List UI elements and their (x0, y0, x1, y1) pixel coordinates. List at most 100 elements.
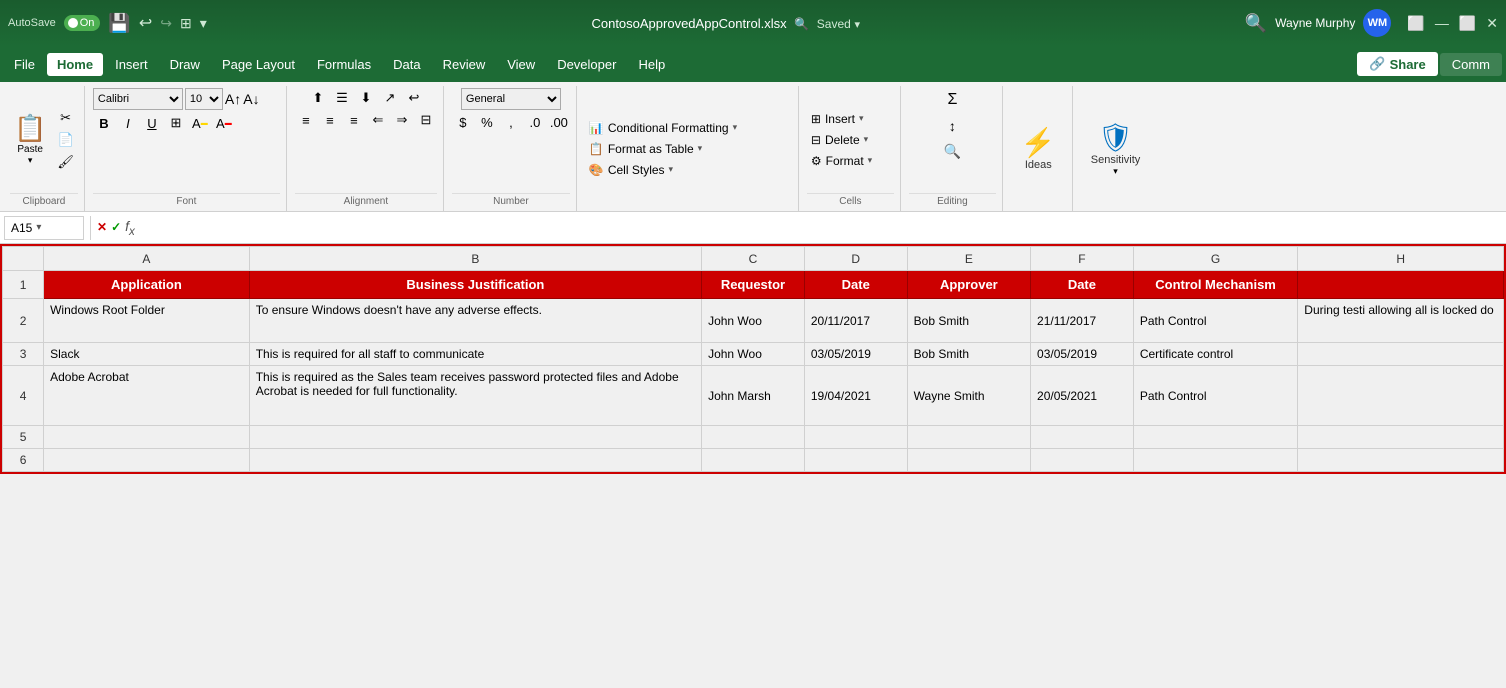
search-icon[interactable]: 🔍 (1245, 13, 1267, 34)
cell-D2[interactable]: 20/11/2017 (804, 299, 907, 343)
sort-button[interactable]: ↕ (934, 115, 970, 137)
menu-data[interactable]: Data (383, 53, 430, 76)
cell-C2[interactable]: John Woo (702, 299, 805, 343)
col-header-A[interactable]: A (44, 247, 250, 271)
col-header-H[interactable]: H (1298, 247, 1504, 271)
cell-reference-box[interactable]: A15 ▾ (4, 216, 84, 240)
cell-G4[interactable]: Path Control (1133, 366, 1297, 426)
font-size-select[interactable]: 10 (185, 88, 223, 110)
corner-cell[interactable] (3, 247, 44, 271)
align-left-button[interactable]: ≡ (295, 110, 317, 130)
redo-icon[interactable]: ↪ (160, 15, 172, 32)
sum-button[interactable]: Σ (934, 88, 970, 112)
increase-decimal-button[interactable]: .00 (548, 112, 570, 132)
cell-B4[interactable]: This is required as the Sales team recei… (249, 366, 701, 426)
format-as-table-button[interactable]: 📋 Format as Table ▾ (585, 140, 792, 158)
comments-button[interactable]: Comm (1440, 53, 1502, 76)
cell-A6[interactable] (44, 449, 250, 472)
merge-button[interactable]: ⊟ (415, 110, 437, 130)
cell-G3[interactable]: Certificate control (1133, 343, 1297, 366)
delete-button[interactable]: ⊟ Delete ▾ (807, 131, 894, 149)
col-header-B[interactable]: B (249, 247, 701, 271)
menu-help[interactable]: Help (628, 53, 675, 76)
confirm-formula-icon[interactable]: ✓ (111, 220, 121, 234)
cell-H6[interactable] (1298, 449, 1504, 472)
cell-H4[interactable] (1298, 366, 1504, 426)
row-header-1[interactable]: 1 (3, 271, 44, 299)
menu-file[interactable]: File (4, 53, 45, 76)
menu-home[interactable]: Home (47, 53, 103, 76)
row-header-6[interactable]: 6 (3, 449, 44, 472)
restore-icon[interactable]: ⬜ (1407, 15, 1424, 32)
cell-styles-button[interactable]: 🎨 Cell Styles ▾ (585, 161, 792, 179)
cell-D3[interactable]: 03/05/2019 (804, 343, 907, 366)
cell-A5[interactable] (44, 426, 250, 449)
increase-font-icon[interactable]: A↑ (225, 91, 241, 107)
formula-input[interactable] (139, 216, 1502, 240)
row-header-4[interactable]: 4 (3, 366, 44, 426)
cell-A3[interactable]: Slack (44, 343, 250, 366)
col-header-F[interactable]: F (1031, 247, 1134, 271)
cell-C6[interactable] (702, 449, 805, 472)
cell-G5[interactable] (1133, 426, 1297, 449)
layout-icon[interactable]: ⊞ (180, 15, 192, 32)
align-top-button[interactable]: ⬆ (307, 88, 329, 108)
cell-H1[interactable] (1298, 271, 1504, 299)
cell-F2[interactable]: 21/11/2017 (1031, 299, 1134, 343)
cell-D1[interactable]: Date (804, 271, 907, 299)
bold-button[interactable]: B (93, 113, 115, 133)
cell-H2[interactable]: During testi allowing all is locked do (1298, 299, 1504, 343)
font-face-select[interactable]: Calibri (93, 88, 183, 110)
align-bottom-button[interactable]: ⬇ (355, 88, 377, 108)
row-header-2[interactable]: 2 (3, 299, 44, 343)
sensitivity-button[interactable]: 🛡 Sensitivity ▾ (1081, 117, 1151, 181)
cut-button[interactable]: ✂ (53, 108, 78, 128)
decrease-decimal-button[interactable]: .0 (524, 112, 546, 132)
cell-C5[interactable] (702, 426, 805, 449)
minimize-icon[interactable]: — (1435, 15, 1449, 32)
cell-E6[interactable] (907, 449, 1030, 472)
decrease-indent-button[interactable]: ⇐ (367, 110, 389, 130)
col-header-D[interactable]: D (804, 247, 907, 271)
menu-review[interactable]: Review (433, 53, 496, 76)
cell-F3[interactable]: 03/05/2019 (1031, 343, 1134, 366)
autosave-toggle[interactable]: On (64, 15, 101, 31)
cell-H3[interactable] (1298, 343, 1504, 366)
increase-indent-button[interactable]: ⇒ (391, 110, 413, 130)
cell-B1[interactable]: Business Justification (249, 271, 701, 299)
format-painter-button[interactable]: 🖌 (53, 152, 78, 172)
cell-E5[interactable] (907, 426, 1030, 449)
font-color-button[interactable]: A▬ (213, 113, 235, 133)
comma-button[interactable]: , (500, 112, 522, 132)
cell-G1[interactable]: Control Mechanism (1133, 271, 1297, 299)
menu-view[interactable]: View (497, 53, 545, 76)
borders-button[interactable]: ⊞ (165, 113, 187, 133)
cell-B6[interactable] (249, 449, 701, 472)
fill-color-button[interactable]: A▬ (189, 113, 211, 133)
accounting-button[interactable]: $ (452, 112, 474, 132)
row-header-3[interactable]: 3 (3, 343, 44, 366)
maximize-icon[interactable]: ⬜ (1459, 15, 1476, 32)
quick-access-icon[interactable]: ▾ (200, 15, 207, 32)
align-right-button[interactable]: ≡ (343, 110, 365, 130)
cell-A4[interactable]: Adobe Acrobat (44, 366, 250, 426)
close-icon[interactable]: ✕ (1486, 15, 1498, 32)
angle-text-button[interactable]: ↗ (379, 88, 401, 108)
undo-icon[interactable]: ↩ (139, 13, 152, 33)
cancel-formula-icon[interactable]: ✕ (97, 220, 107, 234)
cell-B5[interactable] (249, 426, 701, 449)
decrease-font-icon[interactable]: A↓ (243, 91, 259, 107)
cell-E2[interactable]: Bob Smith (907, 299, 1030, 343)
avatar[interactable]: WM (1363, 9, 1391, 37)
menu-formulas[interactable]: Formulas (307, 53, 381, 76)
col-header-E[interactable]: E (907, 247, 1030, 271)
cell-A2[interactable]: Windows Root Folder (44, 299, 250, 343)
cell-A1[interactable]: Application (44, 271, 250, 299)
insert-function-icon[interactable]: fx (125, 218, 135, 238)
menu-insert[interactable]: Insert (105, 53, 158, 76)
wrap-text-button[interactable]: ↩ (403, 88, 425, 108)
percent-button[interactable]: % (476, 112, 498, 132)
col-header-C[interactable]: C (702, 247, 805, 271)
cell-F5[interactable] (1031, 426, 1134, 449)
cell-F6[interactable] (1031, 449, 1134, 472)
